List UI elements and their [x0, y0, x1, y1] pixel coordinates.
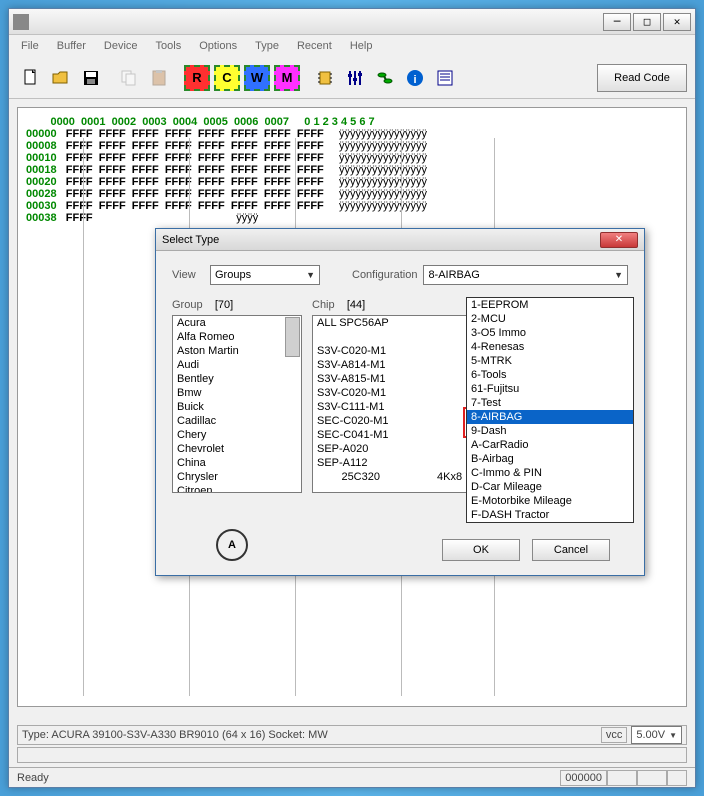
- hex-row: 00008 FFFF FFFF FFFF FFFF FFFF FFFF FFFF…: [26, 140, 678, 152]
- config-option[interactable]: C-Immo & PIN: [467, 466, 633, 480]
- dialog-title: Select Type: [162, 234, 600, 246]
- minimize-button[interactable]: ─: [603, 13, 631, 31]
- svg-text:i: i: [413, 74, 416, 86]
- list-icon[interactable]: [431, 64, 459, 92]
- group-item[interactable]: Alfa Romeo: [173, 330, 301, 344]
- group-item[interactable]: Bmw: [173, 386, 301, 400]
- config-dropdown[interactable]: 1-EEPROM2-MCU3-O5 Immo4-Renesas5-MTRK6-T…: [466, 297, 634, 523]
- app-icon: [13, 14, 29, 30]
- hex-header: 0000 0001 0002 0003 0004 0005 0006 0007 …: [26, 116, 678, 128]
- menu-file[interactable]: File: [13, 38, 47, 54]
- brand-logo: A: [216, 529, 248, 561]
- hex-row: 00038 FFFF ÿÿÿÿ: [26, 212, 678, 224]
- config-label: Configuration: [352, 269, 417, 281]
- maximize-button[interactable]: □: [633, 13, 661, 31]
- modify-chip-button[interactable]: M: [274, 65, 300, 91]
- ready-status: Ready: [17, 772, 49, 784]
- read-chip-button[interactable]: R: [184, 65, 210, 91]
- scrollbar-thumb[interactable]: [285, 317, 300, 357]
- menu-type[interactable]: Type: [247, 38, 287, 54]
- group-label: Group: [172, 299, 203, 311]
- hex-row: 00030 FFFF FFFF FFFF FFFF FFFF FFFF FFFF…: [26, 200, 678, 212]
- open-icon[interactable]: [47, 64, 75, 92]
- compare-chip-button[interactable]: C: [214, 65, 240, 91]
- titlebar: ─ □ ✕: [9, 9, 695, 35]
- config-option[interactable]: 9-Dash: [467, 424, 633, 438]
- menu-recent[interactable]: Recent: [289, 38, 340, 54]
- group-item[interactable]: Acura: [173, 316, 301, 330]
- config-option[interactable]: 4-Renesas: [467, 340, 633, 354]
- bottom-status: Ready 000000: [9, 767, 695, 787]
- hex-row: 00010 FFFF FFFF FFFF FFFF FFFF FFFF FFFF…: [26, 152, 678, 164]
- group-item[interactable]: Chrysler: [173, 470, 301, 484]
- config-option[interactable]: 3-O5 Immo: [467, 326, 633, 340]
- config-option[interactable]: A-CarRadio: [467, 438, 633, 452]
- vcc-select[interactable]: 5.00V▼: [631, 726, 682, 744]
- dialog-titlebar: Select Type ✕: [156, 229, 644, 251]
- menubar: FileBufferDeviceToolsOptionsTypeRecentHe…: [9, 35, 695, 57]
- menu-device[interactable]: Device: [96, 38, 146, 54]
- config-option[interactable]: D-Car Mileage: [467, 480, 633, 494]
- connect-icon[interactable]: [371, 64, 399, 92]
- group-item[interactable]: Bentley: [173, 372, 301, 386]
- counter-status: 000000: [560, 770, 607, 786]
- group-listbox[interactable]: AcuraAlfa RomeoAston MartinAudiBentleyBm…: [172, 315, 302, 493]
- group-item[interactable]: Citroen: [173, 484, 301, 493]
- copy-icon[interactable]: [115, 64, 143, 92]
- vcc-label: vcc: [601, 727, 628, 743]
- group-item[interactable]: China: [173, 456, 301, 470]
- paste-icon[interactable]: [145, 64, 173, 92]
- toolbar: R C W M i Read Code: [9, 57, 695, 99]
- config-option[interactable]: 2-MCU: [467, 312, 633, 326]
- config-option[interactable]: 61-Fujitsu: [467, 382, 633, 396]
- config-option[interactable]: 7-Test: [467, 396, 633, 410]
- select-type-dialog: Select Type ✕ View Groups▼ Configuration…: [155, 228, 645, 576]
- read-code-button[interactable]: Read Code: [597, 64, 687, 92]
- chip-config-icon[interactable]: [311, 64, 339, 92]
- dialog-close-button[interactable]: ✕: [600, 232, 638, 248]
- menu-tools[interactable]: Tools: [148, 38, 190, 54]
- type-status: Type: ACURA 39100-S3V-A330 BR9010 (64 x …: [22, 729, 328, 741]
- menu-options[interactable]: Options: [191, 38, 245, 54]
- cancel-button[interactable]: Cancel: [532, 539, 610, 561]
- config-option[interactable]: 6-Tools: [467, 368, 633, 382]
- config-option[interactable]: 5-MTRK: [467, 354, 633, 368]
- config-select[interactable]: 8-AIRBAG▼: [423, 265, 628, 285]
- hex-row: 00028 FFFF FFFF FFFF FFFF FFFF FFFF FFFF…: [26, 188, 678, 200]
- hex-row: 00020 FFFF FFFF FFFF FFFF FFFF FFFF FFFF…: [26, 176, 678, 188]
- config-option[interactable]: 8-AIRBAG: [467, 410, 633, 424]
- save-icon[interactable]: [77, 64, 105, 92]
- write-chip-button[interactable]: W: [244, 65, 270, 91]
- config-option[interactable]: 1-EEPROM: [467, 298, 633, 312]
- config-option[interactable]: F-DASH Tractor: [467, 508, 633, 522]
- config-option[interactable]: B-Airbag: [467, 452, 633, 466]
- ok-button[interactable]: OK: [442, 539, 520, 561]
- view-select[interactable]: Groups▼: [210, 265, 320, 285]
- config-option[interactable]: E-Motorbike Mileage: [467, 494, 633, 508]
- chip-label: Chip: [312, 299, 335, 311]
- group-item[interactable]: Aston Martin: [173, 344, 301, 358]
- settings-sliders-icon[interactable]: [341, 64, 369, 92]
- group-item[interactable]: Audi: [173, 358, 301, 372]
- hex-row: 00018 FFFF FFFF FFFF FFFF FFFF FFFF FFFF…: [26, 164, 678, 176]
- group-item[interactable]: Buick: [173, 400, 301, 414]
- group-item[interactable]: Chevrolet: [173, 442, 301, 456]
- menu-buffer[interactable]: Buffer: [49, 38, 94, 54]
- group-item[interactable]: Cadillac: [173, 414, 301, 428]
- info-icon[interactable]: i: [401, 64, 429, 92]
- group-item[interactable]: Chery: [173, 428, 301, 442]
- menu-help[interactable]: Help: [342, 38, 381, 54]
- close-button[interactable]: ✕: [663, 13, 691, 31]
- hex-row: 00000 FFFF FFFF FFFF FFFF FFFF FFFF FFFF…: [26, 128, 678, 140]
- statusbar: Type: ACURA 39100-S3V-A330 BR9010 (64 x …: [9, 725, 695, 765]
- view-label: View: [172, 269, 204, 281]
- new-icon[interactable]: [17, 64, 45, 92]
